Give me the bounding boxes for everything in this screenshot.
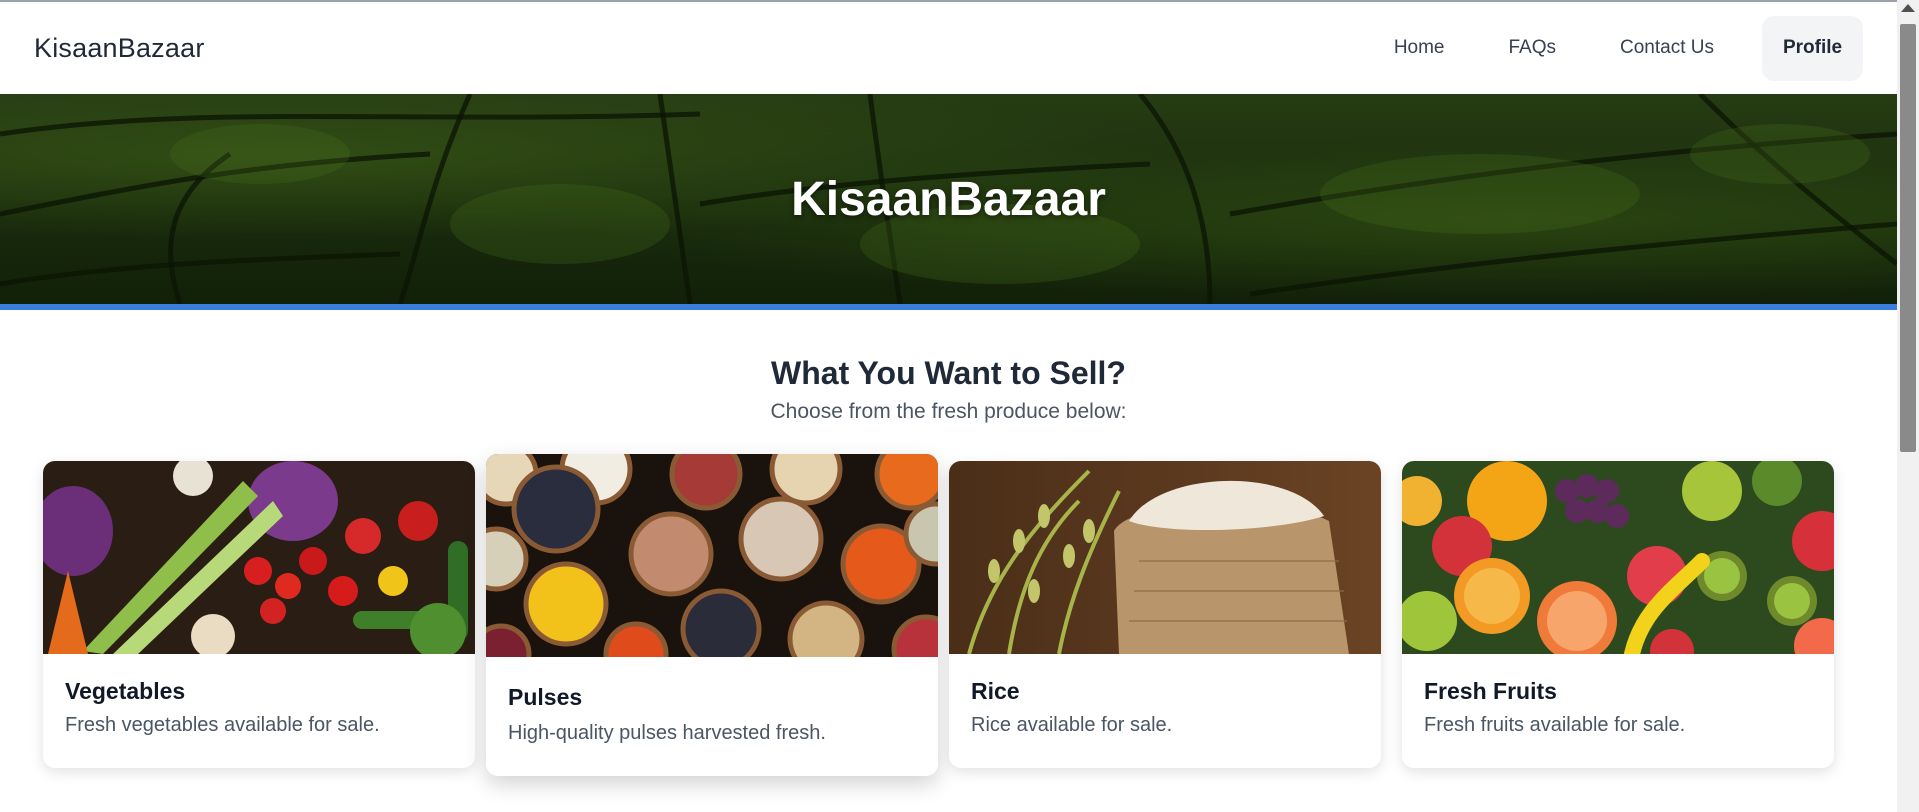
card-title: Rice (971, 678, 1020, 704)
rice-image (949, 461, 1381, 654)
nav-link-contact-us[interactable]: Contact Us (1620, 37, 1714, 59)
card-title: Vegetables (65, 678, 186, 704)
card-description: Fresh fruits available for sale. (1424, 714, 1686, 736)
brand-logo[interactable]: KisaanBazaar (34, 33, 205, 64)
card-description: Rice available for sale. (971, 714, 1173, 736)
product-card-rice[interactable]: Rice Rice available for sale. (949, 461, 1381, 768)
nav-menu: Home FAQs Contact Us Profile (1394, 2, 1863, 94)
section-heading: What You Want to Sell? (771, 355, 1126, 391)
scroll-up-arrow-icon[interactable] (1901, 4, 1915, 12)
scrollbar-thumb[interactable] (1900, 24, 1916, 452)
nav-link-home[interactable]: Home (1394, 37, 1445, 59)
pulses-image (486, 454, 938, 657)
card-title: Fresh Fruits (1424, 678, 1557, 704)
profile-button[interactable]: Profile (1762, 15, 1863, 81)
card-description: High-quality pulses harvested fresh. (508, 722, 826, 744)
card-description: Fresh vegetables available for sale. (65, 714, 380, 736)
card-title: Pulses (508, 684, 583, 710)
product-card-vegetables[interactable]: Vegetables Fresh vegetables available fo… (43, 461, 475, 768)
navbar: KisaanBazaar Home FAQs Contact Us Profil… (0, 2, 1897, 94)
hero-banner: KisaanBazaar (0, 94, 1897, 304)
hero-accent-bar (0, 304, 1897, 310)
nav-link-faqs[interactable]: FAQs (1509, 37, 1557, 59)
product-card-pulses[interactable]: Pulses High-quality pulses harvested fre… (486, 454, 938, 776)
hero-title: KisaanBazaar (791, 172, 1106, 226)
product-card-fresh-fruits[interactable]: Fresh Fruits Fresh fruits available for … (1402, 461, 1834, 768)
fresh-fruits-image (1402, 461, 1834, 654)
vegetables-image (43, 461, 475, 654)
section-subheading: Choose from the fresh produce below: (770, 400, 1127, 423)
